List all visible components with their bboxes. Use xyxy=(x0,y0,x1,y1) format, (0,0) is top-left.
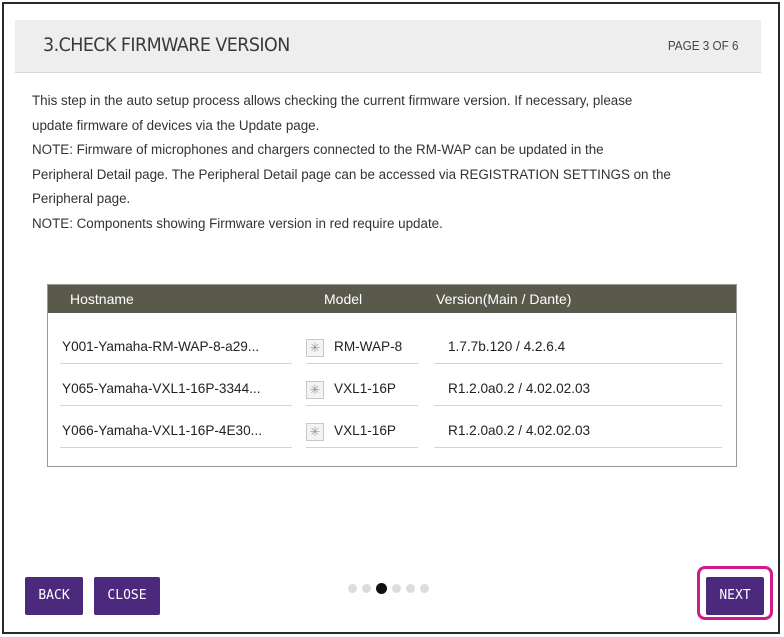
close-button[interactable]: CLOSE xyxy=(94,577,160,615)
firmware-table: Hostname Model Version(Main / Dante) Y00… xyxy=(47,284,737,467)
device-status-icon: ✳ xyxy=(306,381,324,399)
version-cell: 1.7.7b.120 / 4.2.6.4 xyxy=(448,339,566,354)
table-row[interactable]: Y001-Yamaha-RM-WAP-8-a29... ✳ RM-WAP-8 1… xyxy=(48,329,736,367)
column-hostname: Hostname xyxy=(70,291,134,307)
description-line: This step in the auto setup process allo… xyxy=(32,93,633,108)
back-button[interactable]: BACK xyxy=(25,577,83,615)
divider xyxy=(434,405,722,406)
next-button[interactable]: NEXT xyxy=(706,577,764,615)
page-dot[interactable] xyxy=(420,584,429,593)
description-line: NOTE: Firmware of microphones and charge… xyxy=(32,142,604,158)
model-cell: VXL1-16P xyxy=(334,381,396,396)
device-status-icon: ✳ xyxy=(306,339,324,357)
table-row[interactable]: Y065-Yamaha-VXL1-16P-3344... ✳ VXL1-16P … xyxy=(48,371,736,409)
model-cell: VXL1-16P xyxy=(334,423,396,438)
column-version: Version(Main / Dante) xyxy=(436,291,572,307)
device-status-icon: ✳ xyxy=(306,423,324,441)
divider xyxy=(60,363,292,364)
model-cell: RM-WAP-8 xyxy=(334,339,403,354)
page-title: 3.CHECK FIRMWARE VERSION xyxy=(43,34,290,56)
description-line: update firmware of devices via the Updat… xyxy=(32,117,320,133)
description-line: NOTE: Components showing Firmware versio… xyxy=(32,215,443,231)
page-dot-active[interactable] xyxy=(376,583,387,594)
divider xyxy=(60,447,292,448)
divider xyxy=(306,447,418,448)
description: This step in the auto setup process allo… xyxy=(32,89,752,237)
page-indicator: PAGE 3 OF 6 xyxy=(668,38,739,53)
description-line: Peripheral page. xyxy=(32,191,131,207)
divider xyxy=(434,363,722,364)
page-dot[interactable] xyxy=(392,584,401,593)
page-dot[interactable] xyxy=(348,584,357,593)
table-header: Hostname Model Version(Main / Dante) xyxy=(48,285,736,313)
dialog-header: 3.CHECK FIRMWARE VERSION PAGE 3 OF 6 xyxy=(15,20,761,73)
hostname-cell: Y066-Yamaha-VXL1-16P-4E30... xyxy=(62,423,262,438)
hostname-cell: Y065-Yamaha-VXL1-16P-3344... xyxy=(62,381,261,396)
version-cell: R1.2.0a0.2 / 4.02.02.03 xyxy=(448,381,591,396)
divider xyxy=(60,405,292,406)
table-row[interactable]: Y066-Yamaha-VXL1-16P-4E30... ✳ VXL1-16P … xyxy=(48,413,736,451)
column-model: Model xyxy=(324,291,363,307)
version-cell: R1.2.0a0.2 / 4.02.02.03 xyxy=(448,423,591,438)
description-line: Peripheral Detail page. The Peripheral D… xyxy=(32,166,671,182)
divider xyxy=(306,363,418,364)
page-dot[interactable] xyxy=(362,584,371,593)
divider xyxy=(434,447,722,448)
page-dot[interactable] xyxy=(406,584,415,593)
hostname-cell: Y001-Yamaha-RM-WAP-8-a29... xyxy=(62,339,260,354)
divider xyxy=(306,405,418,406)
